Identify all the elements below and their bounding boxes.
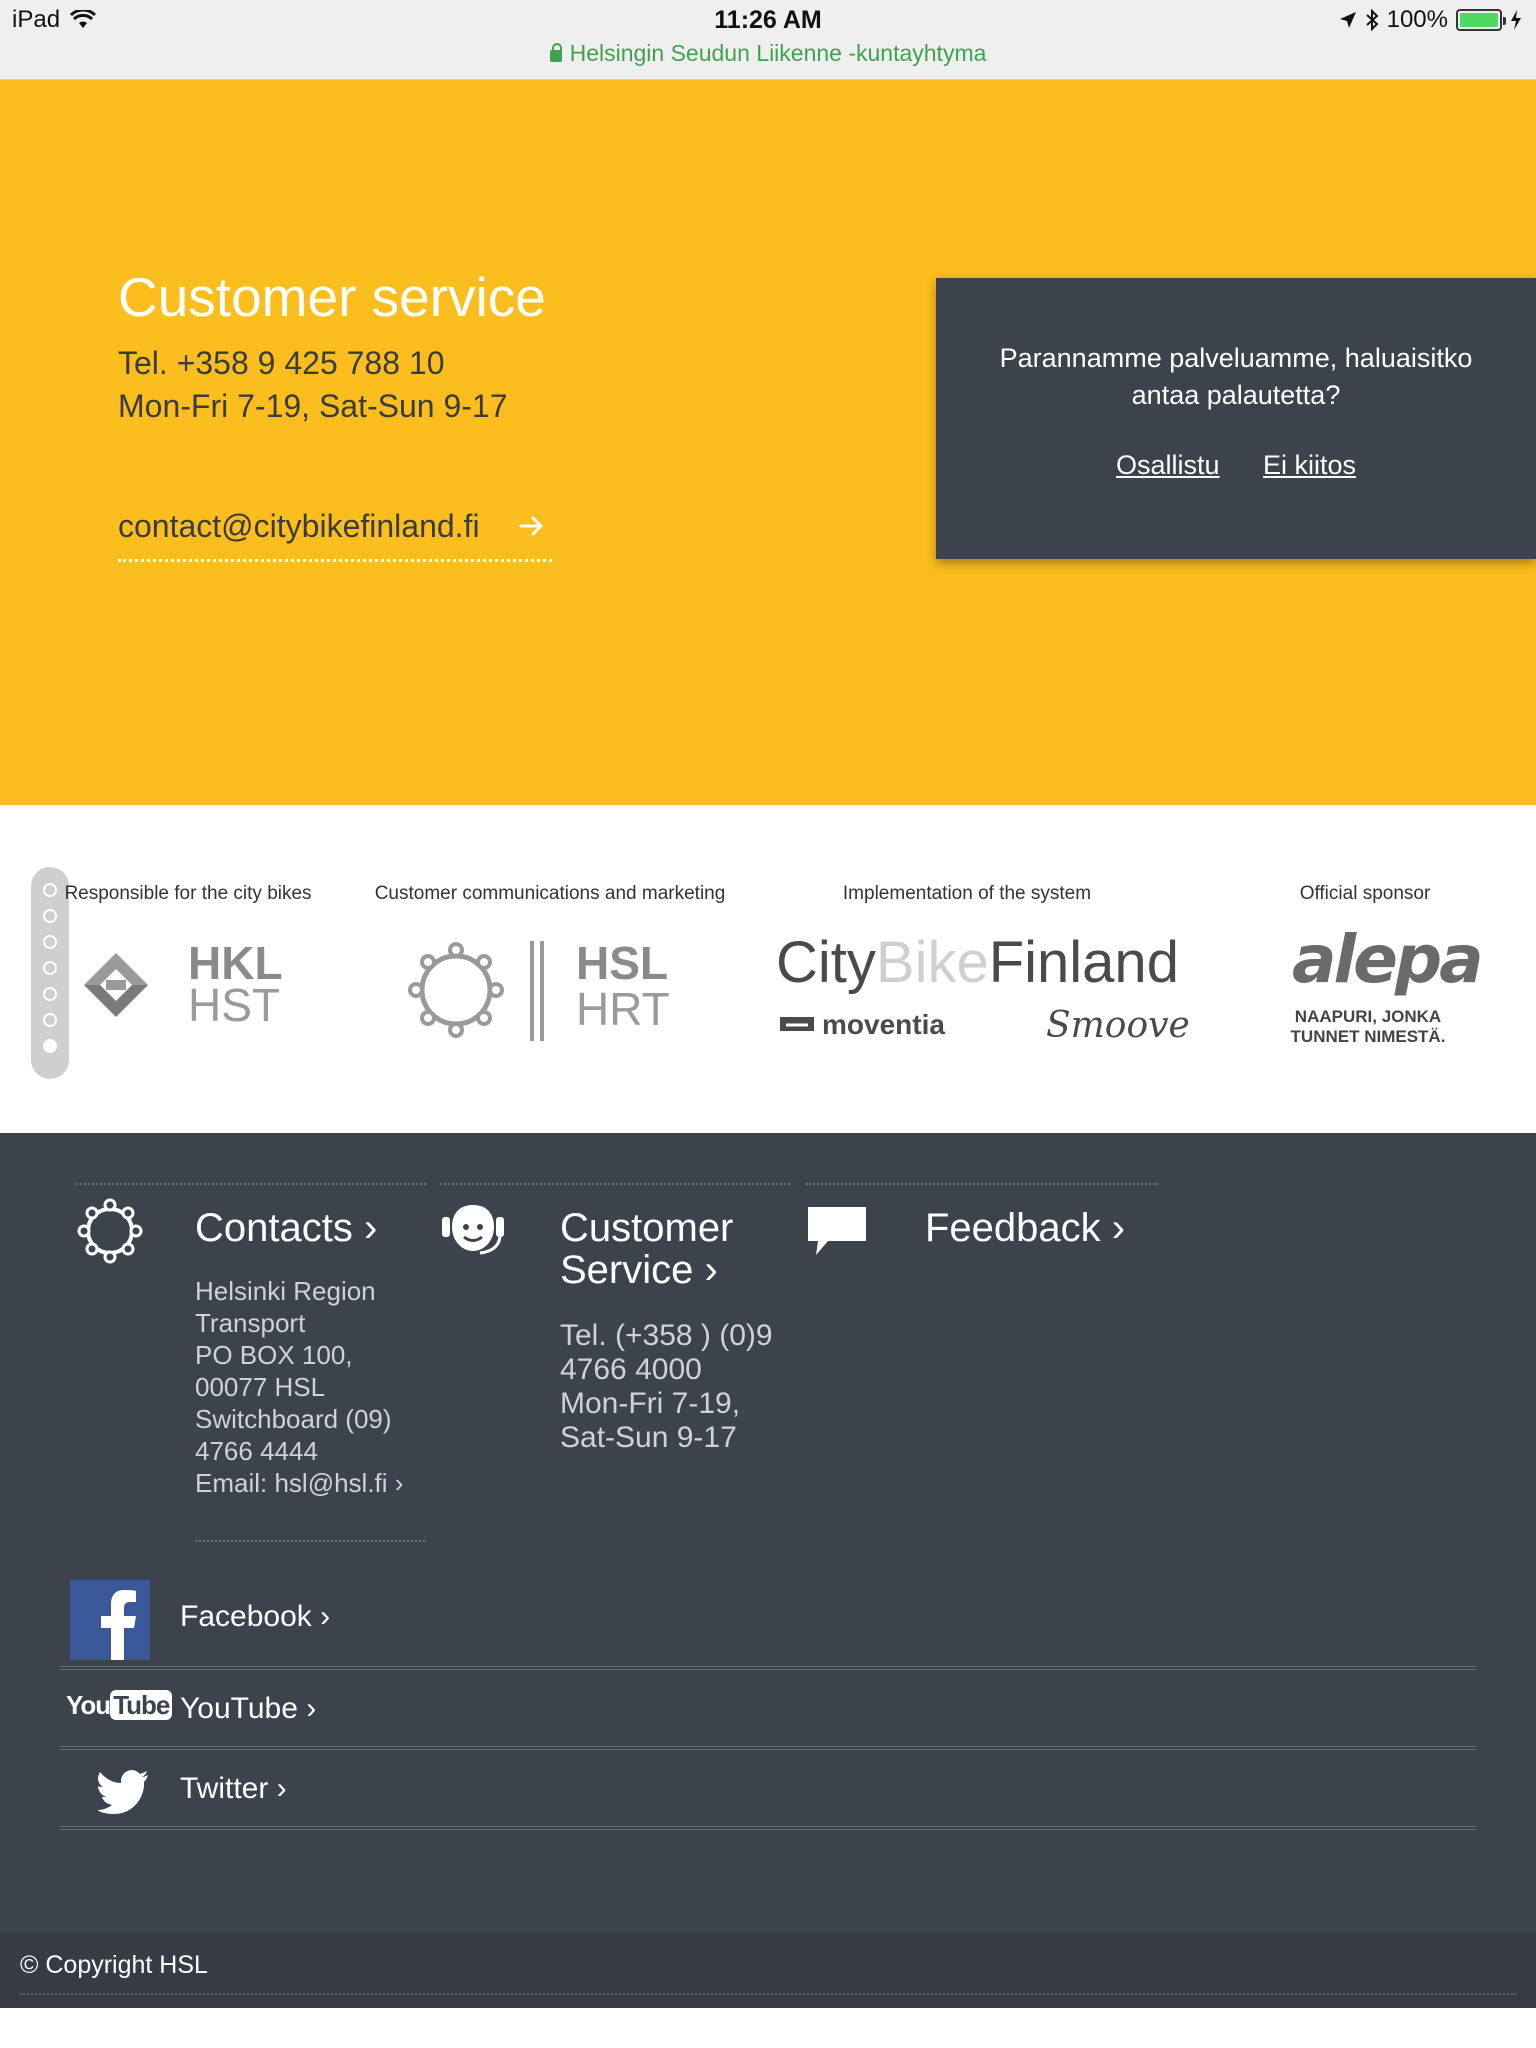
url-title: Helsingin Seudun Liikenne -kuntayhtyma [569,40,987,66]
feedback-popup: Parannamme palveluamme, haluaisitko anta… [936,278,1536,559]
contacts-details: Helsinki Region Transport PO BOX 100, 00… [195,1275,435,1499]
sponsor-label-hkl: Responsible for the city bikes [64,883,312,904]
facebook-label: Facebook › [180,1600,331,1633]
citybikefinland-logo[interactable]: CityBikeFinland moventia Smoove [776,930,1190,1053]
hsl-sun-icon [77,1198,143,1264]
url-bar[interactable]: Helsingin Seudun Liikenne -kuntayhtyma [0,40,1536,67]
sponsor-label-alepa: Official sponsor [1299,883,1431,904]
youtube-label: YouTube › [180,1692,317,1725]
social-row-youtube[interactable]: You Tube YouTube › [60,1674,1476,1750]
sponsor-label-hsl: Customer communications and marketing [374,883,726,904]
cs-detail-line: Mon-Fri 7-19, [560,1387,741,1420]
copyright-bar: © Copyright HSL [0,1933,1536,2008]
customer-service-details: Tel. (+358 ) (0)9 4766 4000 Mon-Fri 7-19… [560,1319,800,1455]
social-row-facebook[interactable]: Facebook › [60,1578,1476,1670]
twitter-label: Twitter › [180,1772,287,1805]
hsl-logo-text: HSL [576,937,668,989]
battery-icon [1456,9,1506,31]
site-footer: Contacts › Helsinki Region Transport PO … [0,1133,1536,1933]
page-dot[interactable] [43,935,57,949]
contacts-line: Transport [195,1308,306,1338]
page-dot[interactable] [43,987,57,1001]
logo-city-text: City [776,930,876,995]
decline-link[interactable]: Ei kiitos [1263,450,1356,480]
social-row-twitter[interactable]: Twitter › [60,1754,1476,1830]
twitter-icon [98,1770,148,1814]
hsl-emblem-icon [408,942,504,1038]
contacts-line: Helsinki Region [195,1276,376,1306]
alepa-slogan-1: NAAPURI, JONKA [1294,1007,1442,1026]
facebook-icon [70,1580,150,1660]
contact-email-link[interactable]: contact@citybikefinland.fi [118,508,552,562]
customer-service-phone: Tel. +358 9 425 788 10 [118,345,445,381]
feedback-actions: Osallistu Ei kiitos [936,450,1536,481]
feedback-link[interactable]: Feedback › [925,1207,1125,1249]
moventia-mark-icon [780,1017,814,1031]
battery-percent: 100% [1386,6,1448,33]
customer-service-hours: Mon-Fri 7-19, Sat-Sun 9-17 [118,388,508,424]
status-right: 100% [1339,6,1522,34]
hsl-logo[interactable]: HSL HRT [404,935,670,1050]
customer-service-title: Customer service [118,266,546,328]
customer-service-title-1: Customer [560,1206,734,1250]
hst-logo-text: HST [188,979,280,1031]
cs-detail-line: Sat-Sun 9-17 [560,1421,737,1454]
page-dot[interactable] [43,909,57,923]
bluetooth-icon [1365,9,1379,31]
logo-finland-text: Finland [988,930,1179,995]
sponsor-label-citybike: Implementation of the system [842,883,1092,904]
status-bar: iPad 11:26 AM 100% Helsingin Seudun Liik… [0,0,1536,80]
lock-icon [549,43,562,62]
page-dot[interactable] [43,961,57,975]
feedback-question: Parannamme palveluamme, haluaisitko anta… [999,343,1473,410]
sponsors-section: Responsible for the city bikes HKL HST C… [0,805,1536,1133]
speech-bubble-icon [808,1207,866,1255]
contacts-link[interactable]: Contacts › [195,1207,377,1249]
youtube-icon: You Tube [66,1690,173,1721]
logo-bike-text: Bike [875,930,989,995]
charging-icon [1511,10,1521,30]
customer-service-title-2: Service › [560,1248,718,1292]
alepa-logo-text: alepa [1292,921,1484,998]
copyright-text: © Copyright HSL [20,1951,208,1979]
customer-service-agent-icon [442,1205,504,1255]
alepa-slogan-2: TUNNET NIMESTÄ. [1290,1027,1446,1046]
cs-detail-line: 4766 4000 [560,1353,702,1386]
email-link[interactable]: Email: hsl@hsl.fi › [195,1467,435,1499]
contacts-line: Switchboard (09) [195,1404,392,1434]
arrow-right-icon [519,516,543,536]
hrt-logo-text: HRT [576,983,670,1035]
contacts-line: PO BOX 100, [195,1340,353,1370]
page-dot[interactable] [43,1013,57,1027]
customer-service-link[interactable]: Customer Service › [560,1207,733,1291]
contacts-line: 00077 HSL [195,1372,326,1402]
logo-smoove-text: Smoove [1046,1005,1190,1046]
contacts-line: 4766 4444 [195,1436,318,1466]
page-dot-active[interactable] [43,1039,57,1053]
alepa-logo[interactable]: alepa NAAPURI, JONKA TUNNET NIMESTÄ. [1278,921,1484,1061]
clock: 11:26 AM [714,6,822,34]
participate-link[interactable]: Osallistu [1116,450,1220,480]
cs-detail-line: Tel. (+358 ) (0)9 [560,1319,773,1352]
hkl-logo[interactable]: HKL HST [76,935,296,1040]
location-arrow-icon [1339,12,1356,28]
logo-moventia-text: moventia [822,1009,945,1040]
contact-email-text: contact@citybikefinland.fi [118,508,480,544]
